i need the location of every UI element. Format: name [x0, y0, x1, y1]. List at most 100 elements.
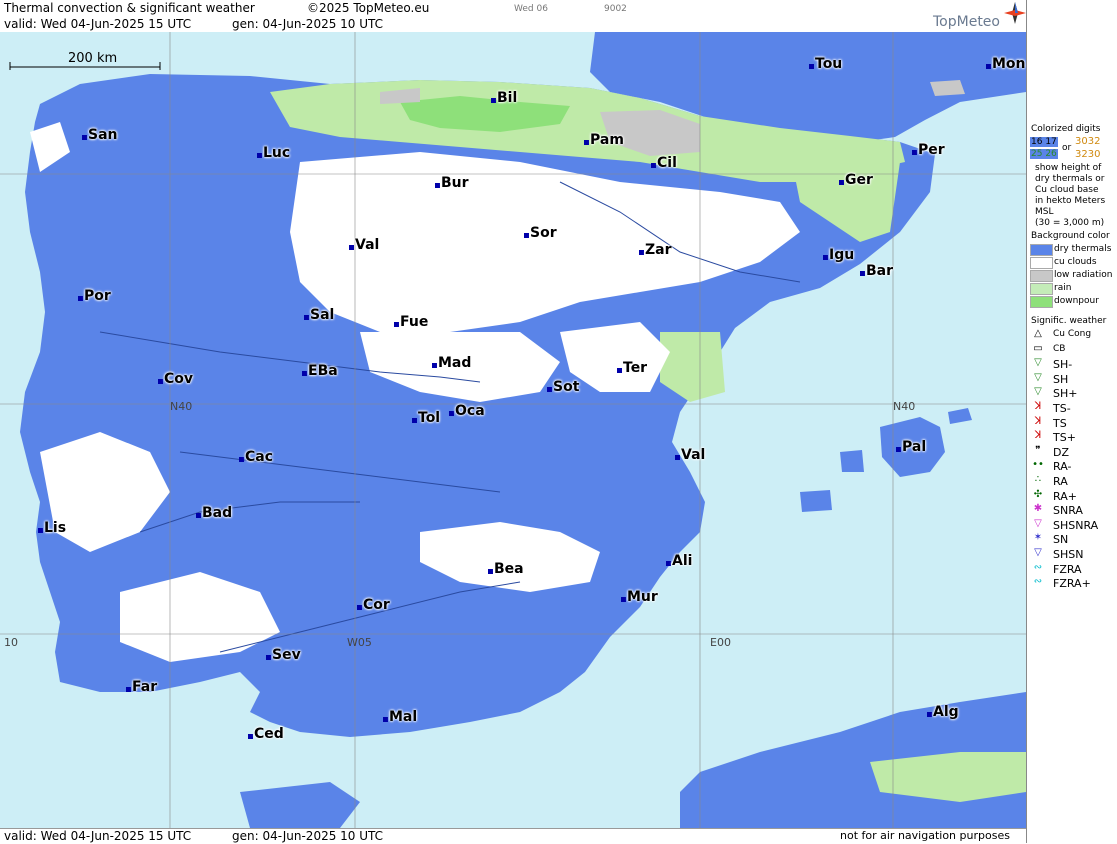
legend-color-label: cu clouds	[1054, 257, 1097, 267]
map-background	[0, 32, 1026, 828]
city-marker-icon	[304, 315, 309, 320]
city-label: Bad	[202, 505, 233, 521]
legend-color-label: dry thermals	[1054, 244, 1112, 254]
weather-symbol-icon: ∾	[1033, 561, 1043, 573]
city-label: Bil	[497, 90, 518, 106]
city-marker-icon	[432, 363, 437, 368]
city-label: Tol	[418, 410, 441, 426]
city-label: Fue	[400, 314, 429, 330]
weather-symbol-label: SHSNRA	[1053, 518, 1099, 532]
city-label: Pal	[902, 439, 927, 455]
city-label: Mon	[992, 56, 1026, 72]
legend-color-label: rain	[1054, 283, 1072, 293]
map-header: Thermal convection & significant weather…	[0, 0, 1026, 32]
weather-symbol-label: SH-	[1053, 358, 1073, 372]
legend-color-label: downpour	[1054, 296, 1099, 306]
city-label: Cov	[164, 371, 194, 387]
city-marker-icon	[488, 569, 493, 574]
scale-label: 200 km	[68, 51, 118, 66]
day-label: Wed 06	[514, 4, 548, 14]
city-label: Mal	[389, 709, 418, 725]
city-label: Ali	[672, 553, 693, 569]
weather-symbol-label: FZRA+	[1053, 577, 1091, 591]
weather-symbol-label: Cu Cong	[1053, 329, 1092, 339]
legend-color-label: low radiation	[1054, 270, 1113, 280]
code-label: 9002	[604, 4, 627, 14]
weather-symbol-label: FZRA	[1053, 562, 1082, 576]
city-marker-icon	[860, 271, 865, 276]
city-label: Mur	[627, 589, 658, 605]
city-label: Zar	[645, 242, 672, 258]
footer-gen-time: gen: 04-Jun-2025 10 UTC	[232, 829, 384, 843]
city-label: Cac	[245, 449, 274, 465]
city-marker-icon	[639, 250, 644, 255]
city-label: Ced	[254, 726, 284, 742]
city-label: Igu	[829, 247, 855, 263]
legend-sig-title: Signific. weather	[1031, 316, 1107, 326]
city-marker-icon	[823, 255, 828, 260]
city-label: Lis	[44, 520, 67, 536]
weather-symbol-label: RA+	[1053, 489, 1077, 503]
city-label: Sor	[530, 225, 557, 241]
city-label: San	[88, 127, 118, 143]
city-marker-icon	[584, 140, 589, 145]
legend-description-line: dry thermals or	[1035, 174, 1105, 184]
legend-sample-4: 3230	[1075, 149, 1101, 160]
weather-map: 200 km N40 N40 W05 E00 10 Bil Tou Mon San Luc Pam…	[0, 32, 1026, 828]
weather-symbol-icon: ▽	[1034, 517, 1042, 529]
graticule-label: N40	[170, 400, 193, 413]
weather-symbol-label: TS	[1053, 416, 1067, 430]
city-label: Val	[355, 237, 380, 253]
city-marker-icon	[266, 655, 271, 660]
city-marker-icon	[126, 687, 131, 692]
city-marker-icon	[239, 457, 244, 462]
city-marker-icon	[302, 371, 307, 376]
legend-or: or	[1062, 143, 1072, 153]
legend-description-line: (30 = 3,000 m)	[1035, 218, 1105, 228]
city-label: Tou	[815, 56, 843, 72]
city-marker-icon	[927, 712, 932, 717]
city-marker-icon	[82, 135, 87, 140]
legend-description-line: show height of	[1035, 163, 1102, 173]
weather-symbol-icon: ꓘ	[1034, 415, 1042, 427]
legend-description-line: in hekto Meters	[1035, 196, 1106, 206]
weather-symbol-icon: ꓘ	[1034, 430, 1042, 442]
legend-color-swatch	[1030, 257, 1053, 269]
city-marker-icon	[675, 455, 680, 460]
city-label: Pam	[590, 132, 624, 148]
legend-colorized-title: Colorized digits	[1031, 124, 1101, 134]
city-marker-icon	[158, 379, 163, 384]
city-marker-icon	[524, 233, 529, 238]
weather-symbol-icon: ✶	[1033, 532, 1043, 544]
city-label: Bur	[441, 175, 469, 191]
legend-sample-1: 16 17	[1030, 137, 1058, 147]
city-label: Luc	[263, 145, 291, 161]
city-marker-icon	[617, 368, 622, 373]
city-label: Ter	[623, 360, 648, 376]
legend-panel: Colorized digits 16 17 25 26 or 3032 323…	[1026, 0, 1117, 843]
graticule-label: 10	[4, 636, 18, 649]
city-label: Alg	[933, 704, 959, 720]
city-marker-icon	[912, 150, 917, 155]
legend-description-line: Cu cloud base	[1035, 185, 1099, 195]
city-marker-icon	[248, 734, 253, 739]
city-marker-icon	[986, 64, 991, 69]
city-marker-icon	[349, 245, 354, 250]
city-marker-icon	[491, 98, 496, 103]
city-label: Por	[84, 288, 111, 304]
weather-symbol-icon: ••	[1032, 459, 1044, 471]
weather-symbol-label: SH+	[1053, 387, 1078, 401]
city-marker-icon	[435, 183, 440, 188]
city-marker-icon	[78, 296, 83, 301]
city-label: Oca	[455, 403, 485, 419]
city-label: Sev	[272, 647, 301, 663]
graticule-label: E00	[710, 636, 731, 649]
city-marker-icon	[547, 387, 552, 392]
city-marker-icon	[449, 411, 454, 416]
city-marker-icon	[896, 447, 901, 452]
city-marker-icon	[621, 597, 626, 602]
legend-description-line: MSL	[1035, 207, 1054, 217]
city-label: Bar	[866, 263, 894, 279]
weather-symbol-label: RA	[1053, 475, 1068, 488]
city-marker-icon	[412, 418, 417, 423]
